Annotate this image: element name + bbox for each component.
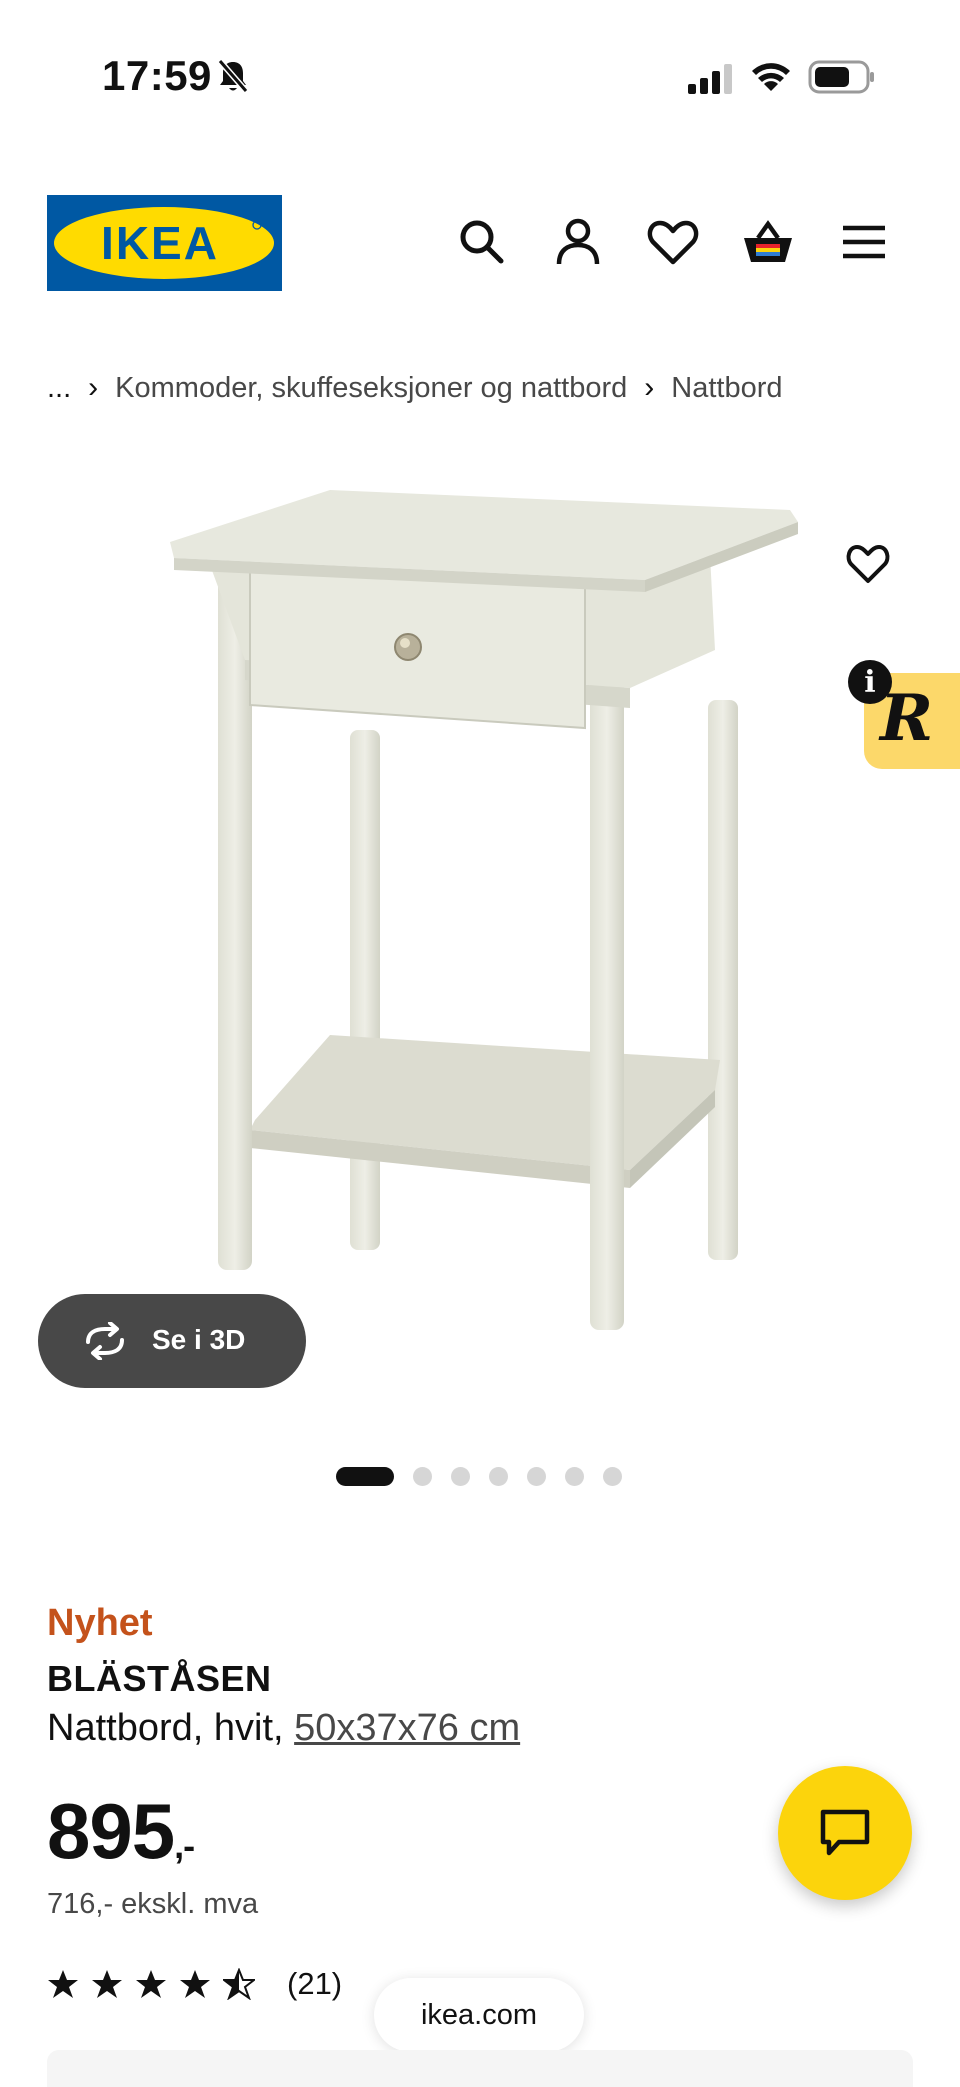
price-value: 895 xyxy=(47,1787,175,1875)
carousel-dot[interactable] xyxy=(603,1466,622,1486)
carousel-dot[interactable] xyxy=(565,1466,584,1486)
breadcrumb-ellipsis[interactable]: ... xyxy=(47,372,71,405)
star-icon xyxy=(48,1970,78,1998)
browser-url-bar[interactable]: ikea.com xyxy=(374,1978,584,2052)
carousel-dots[interactable] xyxy=(336,1466,641,1486)
view-3d-label: Se i 3D xyxy=(152,1324,246,1355)
carousel-dot[interactable] xyxy=(527,1466,546,1486)
wifi-icon xyxy=(752,63,790,91)
product-name: BLÄSTÅSEN xyxy=(47,1658,272,1699)
bottom-panel xyxy=(47,2050,913,2087)
rating-count: (21) xyxy=(287,1966,343,2001)
info-icon[interactable]: i xyxy=(848,660,892,704)
breadcrumb-item-current[interactable]: Nattbord xyxy=(671,372,782,405)
bell-muted-icon xyxy=(217,59,249,93)
product-type: Nattbord, hvit, xyxy=(47,1707,284,1749)
status-bar: 17:59 xyxy=(0,0,960,130)
price-suffix: ,- xyxy=(174,1825,195,1866)
carousel-dot[interactable] xyxy=(489,1466,508,1486)
price-ex-vat: 716,- ekskl. mva xyxy=(47,1888,259,1920)
heart-icon xyxy=(846,545,890,583)
logo-text: IKEA xyxy=(101,217,219,269)
ikea-logo[interactable]: IKEA xyxy=(47,195,282,291)
search-icon[interactable] xyxy=(454,214,510,270)
breadcrumb: ... › Kommoder, skuffeseksjoner og nattb… xyxy=(47,368,783,408)
rotate-3d-icon xyxy=(86,1322,124,1360)
basket-icon[interactable] xyxy=(740,214,796,270)
product-size-link[interactable]: 50x37x76 cm xyxy=(294,1707,520,1749)
carousel-dot[interactable] xyxy=(451,1466,470,1486)
view-3d-button[interactable]: Se i 3D xyxy=(38,1294,306,1388)
new-badge: Nyhet xyxy=(47,1602,153,1644)
star-icon xyxy=(180,1970,210,1998)
star-half-icon xyxy=(223,1968,255,2000)
user-icon[interactable] xyxy=(550,214,606,270)
chevron-right-icon: › xyxy=(88,371,99,404)
battery-icon xyxy=(808,60,874,94)
heart-icon[interactable] xyxy=(645,214,701,270)
chat-button[interactable] xyxy=(778,1766,912,1900)
star-icon xyxy=(136,1970,166,1998)
chevron-right-icon: › xyxy=(644,371,655,404)
signal-icon xyxy=(688,64,732,94)
star-icon xyxy=(92,1970,122,1998)
carousel-dot-active[interactable] xyxy=(336,1466,394,1486)
favourite-button[interactable] xyxy=(838,534,898,594)
product-description: Nattbord, hvit, 50x37x76 cm xyxy=(47,1707,520,1750)
chat-icon xyxy=(820,1809,870,1856)
rating[interactable]: (21) xyxy=(47,1962,342,2006)
product-price: 895,- xyxy=(47,1786,195,1877)
carousel-dot[interactable] xyxy=(413,1466,432,1486)
product-image[interactable] xyxy=(150,470,960,1430)
menu-icon[interactable] xyxy=(836,214,892,270)
breadcrumb-item-category[interactable]: Kommoder, skuffeseksjoner og nattbord xyxy=(115,372,627,405)
status-time: 17:59 xyxy=(102,52,212,99)
